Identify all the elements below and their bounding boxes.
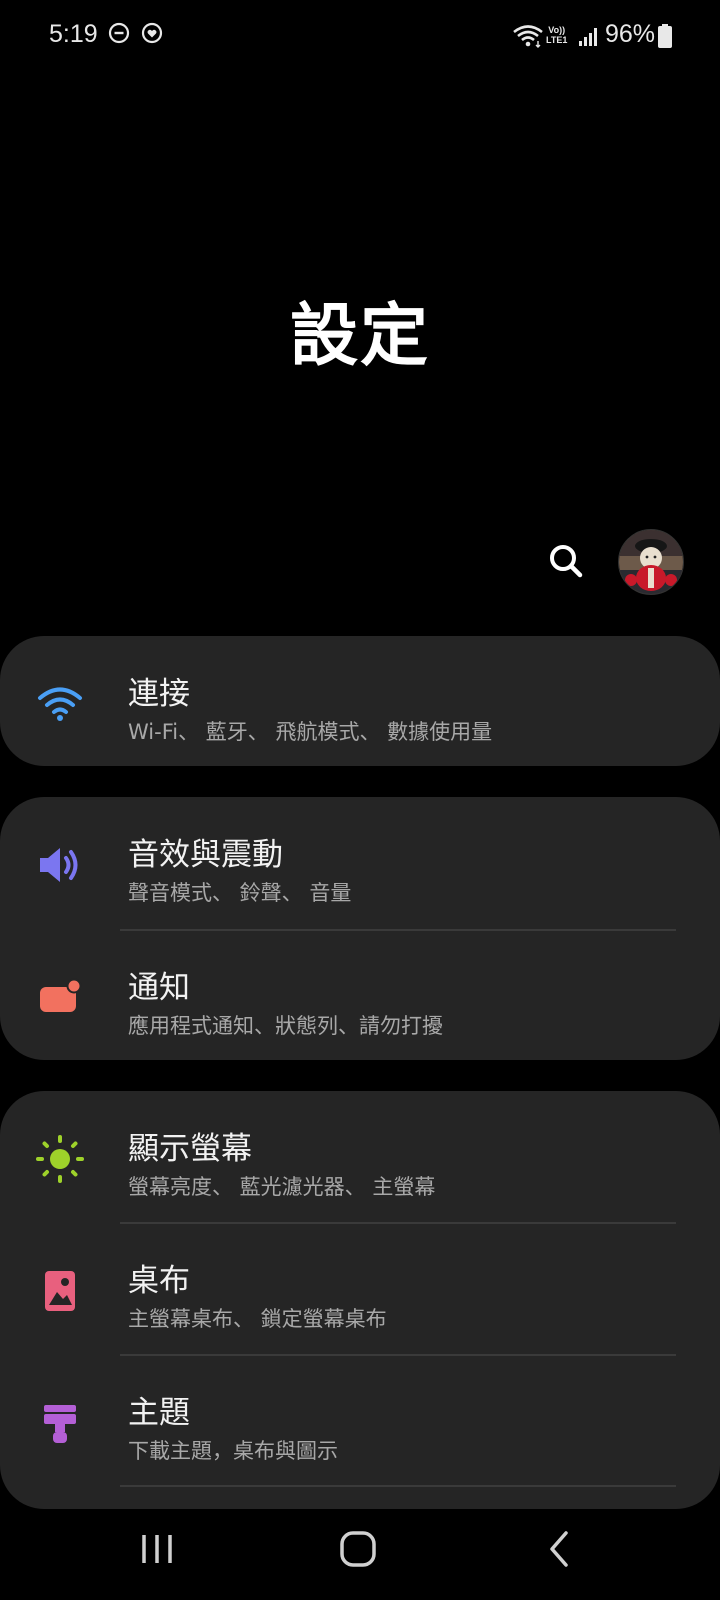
avatar[interactable] [618, 529, 684, 595]
settings-item-connections[interactable]: 連接 Wi-Fi、 藍牙、 飛航模式、 數據使用量 [0, 636, 720, 766]
divider [120, 1485, 676, 1487]
wallpaper-title: 桌布 [128, 1263, 190, 1299]
speaker-icon [36, 841, 84, 889]
back-icon [550, 1531, 568, 1567]
home-icon [340, 1531, 376, 1567]
search-button[interactable] [542, 537, 590, 585]
battery-icon [658, 24, 672, 52]
volte-top-text: Vo)) [548, 25, 566, 35]
navigation-bar [0, 1505, 720, 1600]
status-bar: 5:19 Vo)) LTE1 96% [0, 0, 720, 74]
notification-icon [36, 974, 84, 1022]
card-sound-notifications: 音效與震動 聲音模式、 鈴聲、 音量 通知 應用程式通知、狀態列、請勿打擾 [0, 797, 720, 1060]
recents-icon [142, 1535, 172, 1563]
volte-icon: Vo)) LTE1 [546, 25, 567, 45]
recents-button[interactable] [127, 1525, 187, 1575]
search-icon [550, 545, 583, 578]
notifications-subtitle: 應用程式通知、狀態列、請勿打擾 [128, 1014, 443, 1038]
image-icon [36, 1267, 84, 1315]
sound-subtitle: 聲音模式、 鈴聲、 音量 [128, 881, 352, 905]
do-not-disturb-icon [108, 22, 130, 48]
sun-icon [36, 1135, 84, 1183]
settings-item-sound[interactable]: 音效與震動 聲音模式、 鈴聲、 音量 [0, 797, 720, 927]
display-subtitle: 螢幕亮度、 藍光濾光器、 主螢幕 [128, 1175, 436, 1199]
status-time: 5:19 [49, 20, 98, 48]
heart-sync-icon [141, 22, 163, 48]
connections-title: 連接 [128, 676, 190, 712]
settings-item-wallpaper[interactable]: 桌布 主螢幕桌布、 鎖定螢幕桌布 [0, 1223, 720, 1353]
page-title: 設定 [289, 297, 430, 376]
volte-bottom-text: LTE1 [546, 35, 568, 45]
connections-subtitle: Wi-Fi、 藍牙、 飛航模式、 數據使用量 [128, 720, 493, 744]
paint-brush-icon [36, 1399, 84, 1447]
wifi-icon [512, 24, 544, 52]
back-button[interactable] [529, 1525, 589, 1575]
themes-subtitle: 下載主題，桌布與圖示 [128, 1439, 338, 1463]
card-connections: 連接 Wi-Fi、 藍牙、 飛航模式、 數據使用量 [0, 636, 720, 766]
wifi-icon [36, 680, 84, 728]
notifications-title: 通知 [128, 970, 190, 1006]
signal-icon [578, 27, 598, 51]
display-title: 顯示螢幕 [128, 1131, 252, 1167]
card-display: 顯示螢幕 螢幕亮度、 藍光濾光器、 主螢幕 桌布 主螢幕桌布、 鎖定螢幕桌布 主… [0, 1091, 720, 1509]
themes-title: 主題 [128, 1395, 190, 1431]
battery-percent: 96% [605, 20, 656, 48]
wallpaper-subtitle: 主螢幕桌布、 鎖定螢幕桌布 [128, 1307, 387, 1331]
home-button[interactable] [328, 1525, 388, 1575]
settings-item-display[interactable]: 顯示螢幕 螢幕亮度、 藍光濾光器、 主螢幕 [0, 1091, 720, 1221]
settings-item-notifications[interactable]: 通知 應用程式通知、狀態列、請勿打擾 [0, 930, 720, 1060]
sound-title: 音效與震動 [128, 837, 283, 873]
settings-item-themes[interactable]: 主題 下載主題，桌布與圖示 [0, 1355, 720, 1485]
